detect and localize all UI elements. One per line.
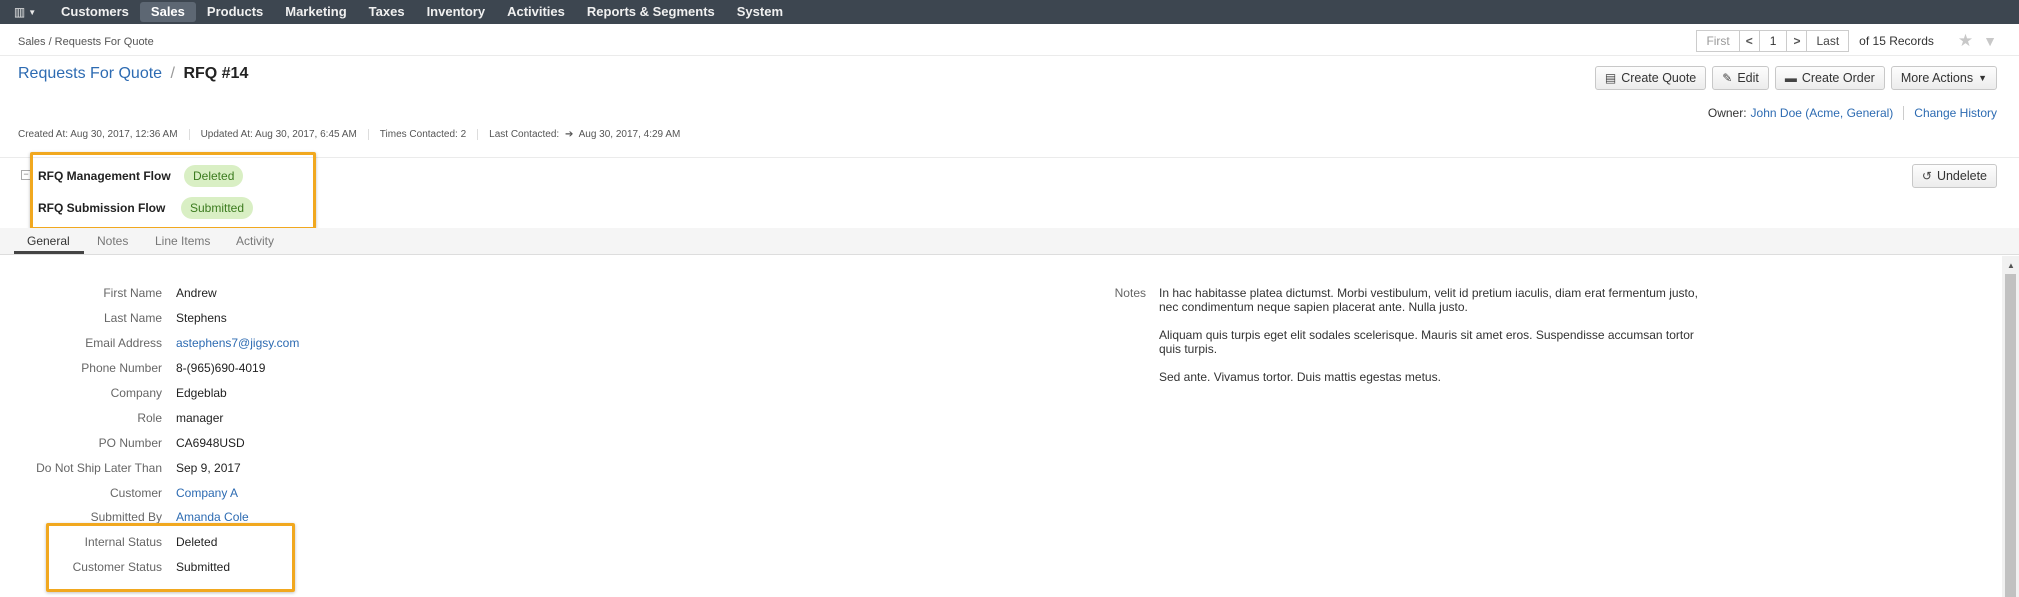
divider: [0, 55, 2019, 56]
field-label: Customer: [109, 486, 162, 500]
create-quote-label: Create Quote: [1621, 71, 1697, 85]
nav-item-taxes[interactable]: Taxes: [358, 2, 416, 22]
sign-in-icon: ➔: [564, 129, 574, 140]
record-count: of 15 Records: [1859, 34, 1934, 48]
record-meta: Created At: Aug 30, 2017, 12:36 AM Updat…: [18, 129, 702, 140]
nav-item-marketing[interactable]: Marketing: [274, 2, 357, 22]
scroll-up-icon: ▲: [2007, 261, 2015, 270]
pager-prev-button[interactable]: <: [1738, 30, 1760, 52]
document-icon: ▤: [1604, 71, 1617, 85]
action-toolbar: ▤ Create Quote ✎ Edit ▬ Create Order Mor…: [1589, 66, 1997, 90]
owner-row: Owner: John Doe (Acme, General) Change H…: [1708, 106, 1997, 120]
divider: [1903, 106, 1905, 120]
field-label: PO Number: [98, 436, 162, 450]
title-current: RFQ #14: [183, 65, 249, 82]
edit-label: Edit: [1737, 71, 1759, 85]
field-value: Sep 9, 2017: [176, 461, 241, 475]
field-value: 8-(965)690-4019: [176, 361, 266, 375]
star-icon[interactable]: ★: [1958, 31, 1973, 51]
create-order-label: Create Order: [1801, 71, 1875, 85]
breadcrumb[interactable]: Sales / Requests For Quote: [18, 36, 154, 48]
pin-icon[interactable]: ▼: [1983, 33, 1997, 49]
pager-first-button[interactable]: First: [1696, 30, 1740, 52]
notes-paragraph: Sed ante. Vivamus tortor. Duis mattis eg…: [1159, 370, 1441, 384]
caret-down-icon: ▼: [28, 7, 37, 17]
scrollbar[interactable]: ▲: [2002, 256, 2019, 597]
field-label: Role: [137, 411, 162, 425]
create-order-button[interactable]: ▬ Create Order: [1774, 66, 1885, 90]
pager-next-button[interactable]: >: [1786, 30, 1808, 52]
change-history-link[interactable]: Change History: [1914, 106, 1997, 120]
last-contacted-value: Aug 30, 2017, 4:29 AM: [578, 129, 681, 140]
highlight-box: [30, 152, 316, 230]
active-tab-indicator: [14, 251, 84, 254]
notes-paragraph: Aliquam quis turpis eget elit sodales sc…: [1159, 328, 1694, 356]
nav-item-inventory[interactable]: Inventory: [416, 2, 497, 22]
last-contacted: Last Contacted: ➔ Aug 30, 2017, 4:29 AM: [489, 129, 691, 140]
title-separator: /: [170, 65, 175, 82]
pager-last-button[interactable]: Last: [1806, 30, 1850, 52]
more-actions-label: More Actions: [1900, 71, 1974, 85]
owner-label: Owner:: [1707, 106, 1747, 120]
last-contacted-label: Last Contacted:: [489, 129, 560, 140]
dashboard-menu[interactable]: ▥ ▼: [0, 0, 50, 24]
undelete-button[interactable]: ↺ Undelete: [1911, 164, 1997, 188]
highlight-box: [46, 523, 295, 592]
tab-line-items[interactable]: Line Items: [155, 234, 210, 248]
updated-at: Updated At: Aug 30, 2017, 6:45 AM: [201, 129, 369, 140]
record-pager: First < 1 > Last of 15 Records ★ ▼: [1696, 30, 1997, 52]
nav-item-customers[interactable]: Customers: [50, 2, 140, 22]
caret-down-icon: ▼: [1978, 73, 1987, 83]
field-label: First Name: [103, 286, 162, 300]
customer-link[interactable]: Company A: [176, 486, 238, 500]
field-label: Email Address: [85, 336, 162, 350]
field-value: CA6948USD: [176, 436, 245, 450]
owner-link[interactable]: John Doe (Acme, General): [1751, 106, 1894, 120]
tab-general[interactable]: General: [27, 234, 70, 248]
notes-content: In hac habitasse platea dictumst. Morbi …: [1159, 286, 1709, 398]
nav-item-reports-segments[interactable]: Reports & Segments: [576, 2, 726, 22]
nav-item-activities[interactable]: Activities: [496, 2, 576, 22]
cart-icon: ▬: [1784, 71, 1797, 85]
top-nav: ▥ ▼ Customers Sales Products Marketing T…: [0, 0, 2019, 24]
chevron-right-icon: >: [1793, 34, 1801, 48]
created-at: Created At: Aug 30, 2017, 12:36 AM: [18, 129, 190, 140]
field-label: Submitted By: [90, 510, 162, 524]
create-quote-button[interactable]: ▤ Create Quote: [1594, 66, 1707, 90]
undelete-label: Undelete: [1936, 169, 1987, 183]
times-contacted: Times Contacted: 2: [380, 129, 479, 140]
nav-item-sales[interactable]: Sales: [139, 2, 196, 22]
tab-activity[interactable]: Activity: [236, 234, 274, 248]
chevron-left-icon: <: [1745, 34, 1753, 48]
edit-button[interactable]: ✎ Edit: [1712, 66, 1769, 90]
field-label: Do Not Ship Later Than: [36, 461, 162, 475]
email-link[interactable]: astephens7@jigsy.com: [176, 336, 299, 350]
field-value: Edgeblab: [176, 386, 227, 400]
field-value: Andrew: [176, 286, 217, 300]
field-label: Company: [110, 386, 162, 400]
tab-bar: [0, 228, 2019, 255]
bar-chart-icon: ▥: [13, 5, 26, 19]
tab-notes[interactable]: Notes: [97, 234, 128, 248]
more-actions-button[interactable]: More Actions ▼: [1890, 66, 1997, 90]
notes-paragraph: In hac habitasse platea dictumst. Morbi …: [1159, 286, 1698, 314]
field-value: manager: [176, 411, 224, 425]
page-title: Requests For Quote / RFQ #14: [18, 65, 248, 83]
nav-item-system[interactable]: System: [726, 2, 794, 22]
field-label: Phone Number: [81, 361, 162, 375]
pager-page-input[interactable]: 1: [1758, 30, 1788, 52]
nav-item-products[interactable]: Products: [196, 2, 274, 22]
notes-label: Notes: [1114, 286, 1146, 300]
title-parent-link[interactable]: Requests For Quote: [18, 65, 162, 82]
scrollbar-thumb[interactable]: [2005, 274, 2016, 597]
undo-icon: ↺: [1921, 169, 1932, 183]
pencil-icon: ✎: [1722, 71, 1733, 85]
field-value: Stephens: [176, 311, 227, 325]
submitted-by-link[interactable]: Amanda Cole: [176, 510, 249, 524]
field-label: Last Name: [103, 311, 162, 325]
